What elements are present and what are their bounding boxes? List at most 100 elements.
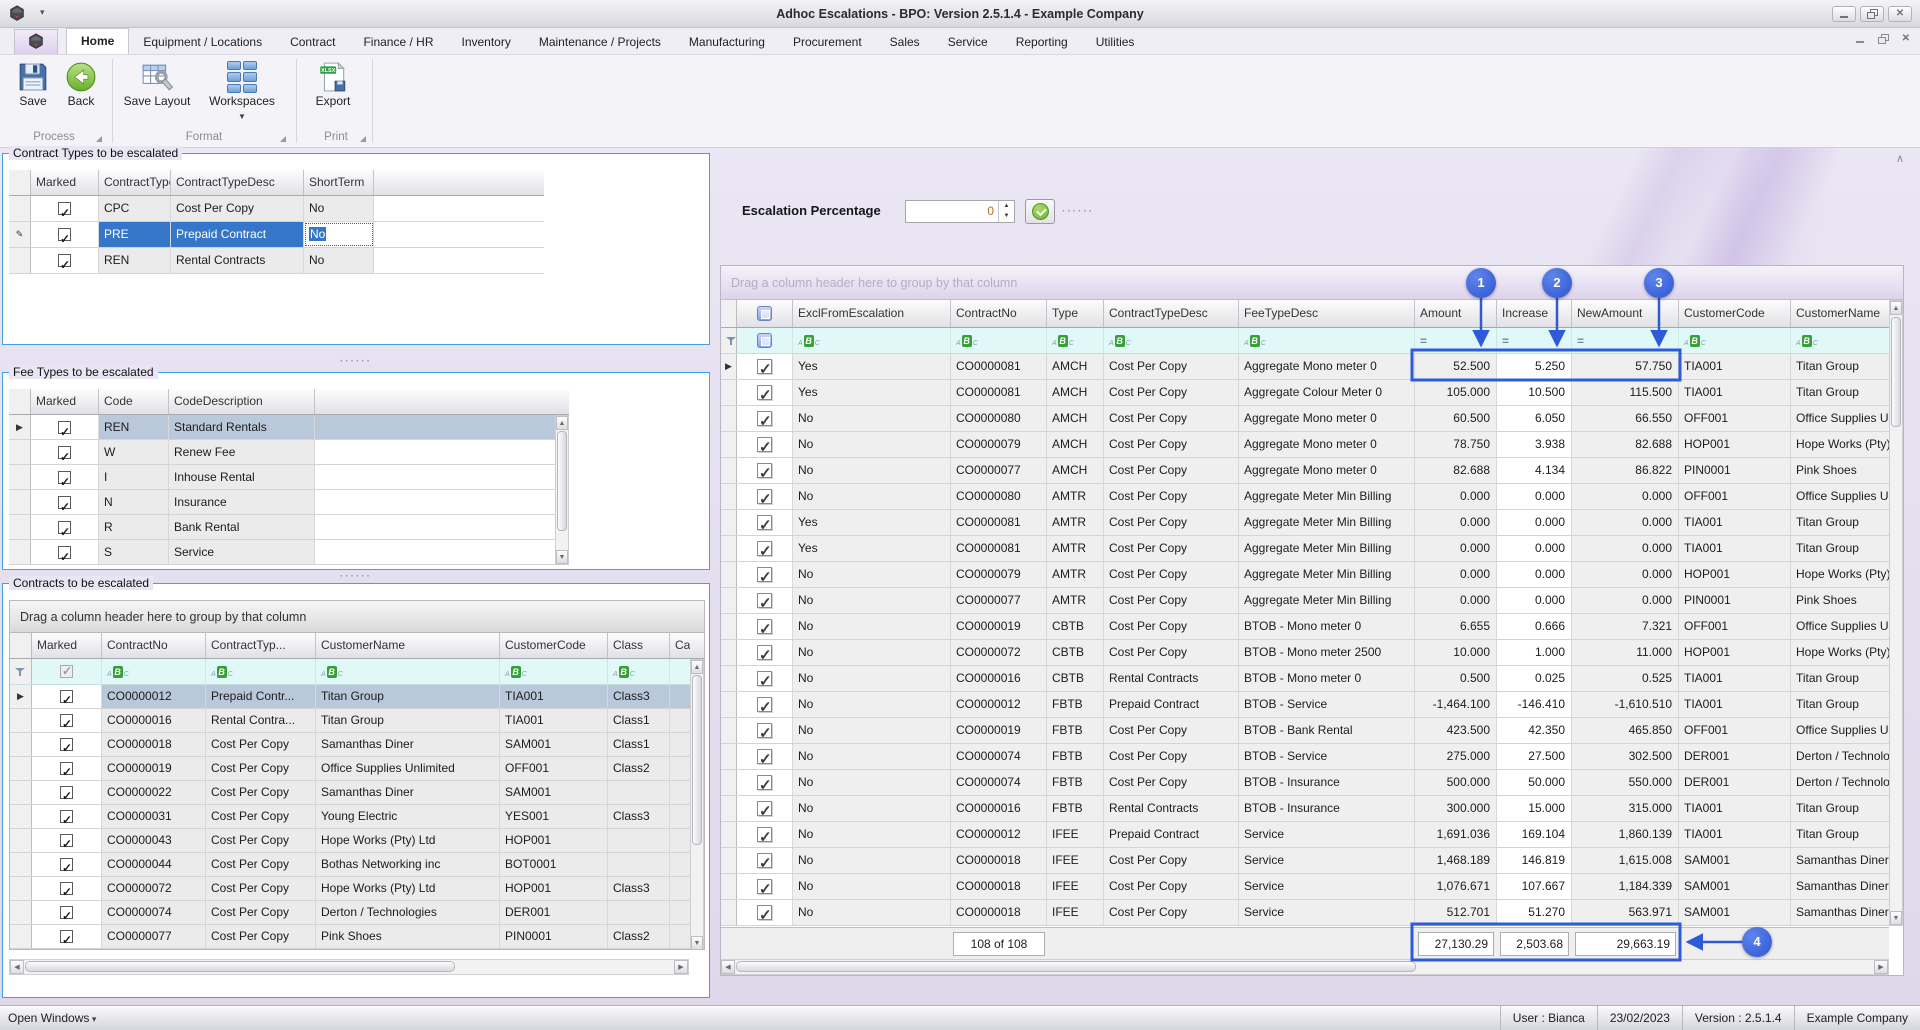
excl-from-escalation-cell[interactable]: No xyxy=(793,614,951,639)
new-amount-cell[interactable]: 115.500 xyxy=(1572,380,1679,405)
scroll-down-icon[interactable] xyxy=(1890,911,1902,925)
contract-type-desc-cell[interactable]: Prepaid Contract xyxy=(171,222,304,247)
horizontal-scrollbar[interactable] xyxy=(9,959,689,975)
increase-cell[interactable]: 0.025 xyxy=(1497,666,1572,691)
abc-filter-icon[interactable] xyxy=(321,666,343,678)
class-cell[interactable] xyxy=(608,829,670,852)
ribbon-tab[interactable]: Inventory xyxy=(447,30,524,54)
increase-cell[interactable]: 5.250 xyxy=(1497,354,1572,379)
abc-filter-icon[interactable] xyxy=(613,666,635,678)
new-amount-cell[interactable]: 11.000 xyxy=(1572,640,1679,665)
column-header[interactable]: Marked xyxy=(31,389,99,414)
column-header[interactable]: ShortTerm xyxy=(304,170,374,195)
short-term-cell[interactable]: No xyxy=(304,248,374,273)
short-term-cell[interactable]: No xyxy=(304,222,374,247)
scroll-left-icon[interactable] xyxy=(721,960,735,974)
fee-type-desc-cell[interactable]: Service xyxy=(1239,822,1415,847)
scrollbar-thumb[interactable] xyxy=(557,431,567,531)
column-header[interactable]: Code xyxy=(99,389,169,414)
contract-no-cell[interactable]: CO0000074 xyxy=(951,770,1047,795)
excl-from-escalation-cell[interactable]: No xyxy=(793,640,951,665)
customer-name-cell[interactable]: Young Electric xyxy=(316,805,500,828)
column-header[interactable]: Marked xyxy=(32,633,102,658)
increase-cell[interactable]: 10.500 xyxy=(1497,380,1572,405)
table-row[interactable]: No CO0000018 IFEE Cost Per Copy Service … xyxy=(721,900,1903,926)
excl-from-escalation-cell[interactable]: Yes xyxy=(793,536,951,561)
contract-no-cell[interactable]: CO0000080 xyxy=(951,406,1047,431)
close-button[interactable] xyxy=(1888,6,1912,22)
cat-cell[interactable] xyxy=(670,733,690,756)
column-header[interactable]: ContractNo xyxy=(102,633,206,658)
excl-from-escalation-cell[interactable]: No xyxy=(793,770,951,795)
ribbon-tab[interactable]: Sales xyxy=(876,30,934,54)
class-cell[interactable]: Class3 xyxy=(608,805,670,828)
customer-code-cell[interactable]: DER001 xyxy=(1679,770,1791,795)
class-cell[interactable]: Class1 xyxy=(608,709,670,732)
type-cell[interactable]: AMCH xyxy=(1047,432,1104,457)
abc-filter-icon[interactable] xyxy=(1052,335,1074,347)
table-row[interactable]: CO0000022 Cost Per Copy Samanthas Diner … xyxy=(10,781,704,805)
workspaces-button[interactable]: Workspaces xyxy=(202,59,282,125)
abc-filter-icon[interactable] xyxy=(505,666,527,678)
code-cell[interactable]: REN xyxy=(99,415,169,439)
amount-cell[interactable]: 0.000 xyxy=(1415,562,1497,587)
code-description-cell[interactable]: Inhouse Rental xyxy=(169,465,315,489)
amount-cell[interactable]: 82.688 xyxy=(1415,458,1497,483)
customer-code-cell[interactable]: OFF001 xyxy=(1679,484,1791,509)
horizontal-scrollbar[interactable] xyxy=(721,959,1889,975)
column-header[interactable]: Amount xyxy=(1415,300,1497,327)
marked-checkbox[interactable] xyxy=(757,801,772,816)
vertical-scrollbar[interactable] xyxy=(555,415,569,565)
contract-type-desc-cell[interactable]: Rental Contracts xyxy=(1104,796,1239,821)
contract-no-cell[interactable]: CO0000018 xyxy=(951,874,1047,899)
customer-name-cell[interactable]: Derton / Technologies xyxy=(1791,770,1891,795)
column-header[interactable]: NewAmount xyxy=(1572,300,1679,327)
contract-no-cell[interactable]: CO0000016 xyxy=(951,666,1047,691)
amount-cell[interactable]: 52.500 xyxy=(1415,354,1497,379)
increase-cell[interactable]: 0.000 xyxy=(1497,484,1572,509)
customer-name-cell[interactable]: Derton / Technologies xyxy=(316,901,500,924)
customer-name-cell[interactable]: Samanthas Diner xyxy=(316,733,500,756)
type-cell[interactable]: FBTB xyxy=(1047,770,1104,795)
amount-cell[interactable]: 78.750 xyxy=(1415,432,1497,457)
increase-cell[interactable]: 0.666 xyxy=(1497,614,1572,639)
new-amount-cell[interactable]: 86.822 xyxy=(1572,458,1679,483)
scroll-right-icon[interactable] xyxy=(1874,960,1888,974)
amount-cell[interactable]: 0.000 xyxy=(1415,510,1497,535)
type-cell[interactable]: FBTB xyxy=(1047,718,1104,743)
contract-type-desc-cell[interactable]: Cost Per Copy xyxy=(171,196,304,221)
restore-button[interactable] xyxy=(1860,6,1884,22)
dialog-launcher-icon[interactable] xyxy=(280,134,286,143)
marked-checkbox[interactable] xyxy=(757,593,772,608)
contract-no-cell[interactable]: CO0000016 xyxy=(102,709,206,732)
column-header[interactable]: Cat xyxy=(670,633,690,658)
scroll-up-icon[interactable] xyxy=(1890,301,1902,315)
amount-cell[interactable]: 1,076.671 xyxy=(1415,874,1497,899)
escalation-percentage-input[interactable]: 0 xyxy=(905,200,1015,223)
column-header[interactable]: Type xyxy=(1047,300,1104,327)
marked-checkbox[interactable] xyxy=(757,775,772,790)
table-row[interactable]: No CO0000019 FBTB Cost Per Copy BTOB - B… xyxy=(721,718,1903,744)
customer-code-cell[interactable]: TIA001 xyxy=(1679,822,1791,847)
ribbon-tab[interactable]: Service xyxy=(934,30,1002,54)
contract-type-cell[interactable]: CPC xyxy=(99,196,171,221)
fee-type-desc-cell[interactable]: Aggregate Meter Min Billing xyxy=(1239,588,1415,613)
new-amount-cell[interactable]: -1,610.510 xyxy=(1572,692,1679,717)
column-header[interactable]: Increase xyxy=(1497,300,1572,327)
contract-no-cell[interactable]: CO0000077 xyxy=(951,458,1047,483)
mdi-minimize-icon[interactable] xyxy=(1856,41,1864,43)
class-cell[interactable] xyxy=(608,901,670,924)
increase-cell[interactable]: 6.050 xyxy=(1497,406,1572,431)
customer-code-cell[interactable]: OFF001 xyxy=(1679,614,1791,639)
contract-no-cell[interactable]: CO0000074 xyxy=(102,901,206,924)
fee-type-desc-cell[interactable]: BTOB - Mono meter 2500 xyxy=(1239,640,1415,665)
marked-checkbox[interactable] xyxy=(58,546,71,559)
table-row[interactable]: N Insurance xyxy=(9,490,569,515)
cat-cell[interactable] xyxy=(670,829,690,852)
table-row[interactable]: Yes CO0000081 AMTR Cost Per Copy Aggrega… xyxy=(721,536,1903,562)
abc-filter-icon[interactable] xyxy=(956,335,978,347)
customer-code-cell[interactable]: OFF001 xyxy=(1679,718,1791,743)
contract-type-cell[interactable]: Cost Per Copy xyxy=(206,925,316,948)
ribbon-tab[interactable]: Maintenance / Projects xyxy=(525,30,675,54)
contract-no-cell[interactable]: CO0000081 xyxy=(951,380,1047,405)
